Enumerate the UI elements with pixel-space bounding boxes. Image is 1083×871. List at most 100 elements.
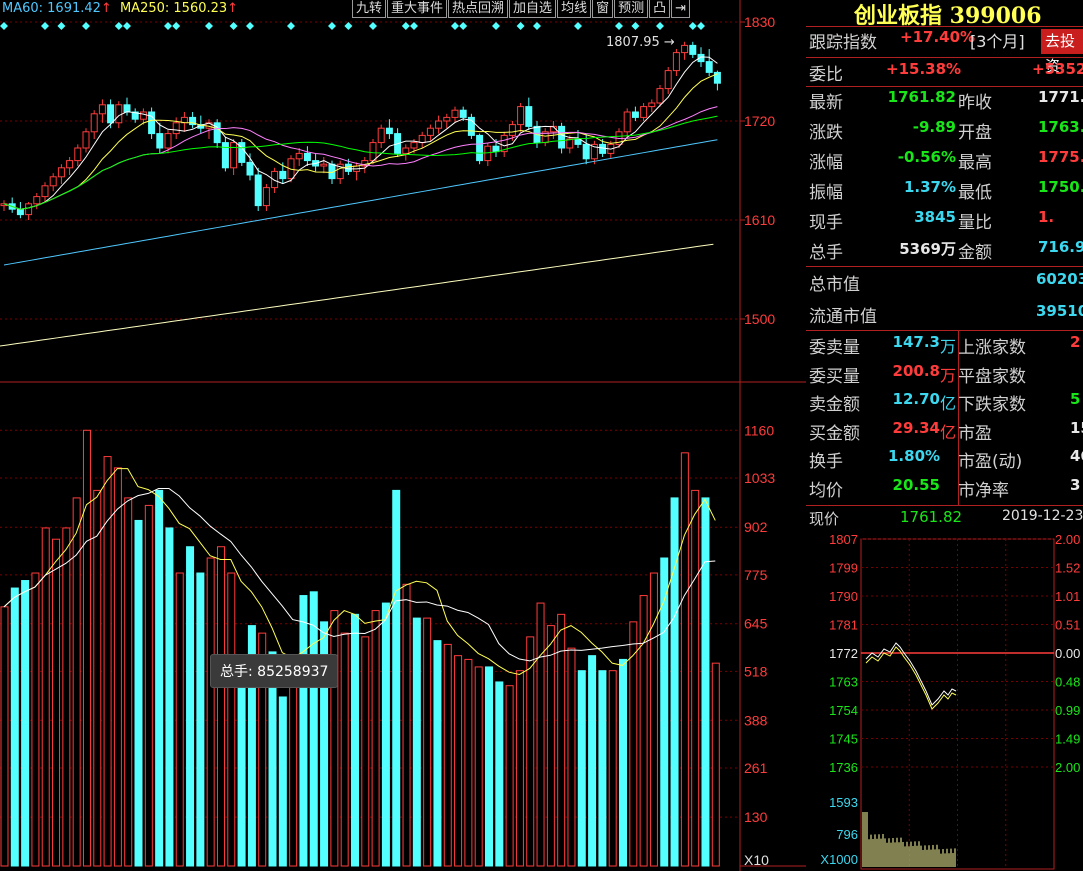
toolbar-add-watchlist-button[interactable]: 加自选	[509, 0, 557, 18]
volume-bar	[21, 580, 30, 867]
volume-bar	[113, 467, 122, 867]
quote-panel: 创业板指 399006 跟踪指数 +17.40% [3个月] 去投资 委比 +1…	[806, 0, 1083, 871]
volume-axis-label: 1033	[744, 470, 775, 486]
candle-body	[385, 127, 393, 135]
mini-pct-label: 0.00	[1055, 646, 1080, 661]
toolbar-hot-review-button[interactable]: 热点回溯	[448, 0, 509, 18]
order-label: 均价	[809, 480, 843, 501]
volume-bar	[186, 546, 195, 867]
intraday-minichart[interactable]: 1807 2.00 1799 1.52 1790 1.01 1781 0.51 1772 0.00…	[806, 531, 1083, 871]
quote-label: 总手	[809, 243, 843, 263]
mini-pct-label: 1.49	[1055, 732, 1080, 747]
toolbar-ma-button[interactable]: 均线	[557, 0, 592, 18]
ma250-label: MA250: 1560.23	[119, 1, 228, 16]
mini-price-label: 1807	[829, 532, 858, 547]
quote-value: 1750.	[1038, 178, 1083, 196]
order-label: 市净率	[958, 480, 1009, 501]
candle-body	[517, 106, 525, 126]
mini-avg-line	[865, 646, 957, 710]
event-marker	[229, 22, 238, 30]
event-marker	[459, 22, 468, 30]
volume-bar	[412, 617, 421, 867]
mini-price-label: 1781	[829, 618, 858, 633]
candle-body	[599, 143, 607, 154]
toolbar-collapse-icon[interactable]: ⇥	[671, 0, 691, 18]
volume-bar	[41, 527, 50, 867]
volume-bar	[62, 527, 71, 867]
candle-body	[25, 203, 33, 216]
candle-body	[123, 104, 131, 113]
toolbar-layout-icon[interactable]: 凸	[649, 0, 671, 18]
mini-pct-label: 0.99	[1055, 703, 1080, 718]
candle-body	[279, 170, 287, 180]
candle-body	[525, 106, 533, 127]
quote-label: 涨跌	[809, 123, 843, 143]
toolbar-major-events-button[interactable]: 重大事件	[387, 0, 448, 18]
candle-body	[705, 61, 713, 73]
order-value: 15	[1070, 418, 1083, 437]
volume-bar	[454, 655, 463, 867]
mini-price: 1761.82	[900, 508, 963, 526]
chart-toolbar: 九转 重大事件 热点回溯 加自选 均线 窗 预测 凸 ⇥	[352, 0, 691, 18]
volume-axis-label: 902	[744, 519, 768, 535]
kline-chart[interactable]: 1830 1720 1610 1500 1160 1033 902 775 645 518 388 2…	[0, 0, 806, 871]
order-label: 平盘家数	[958, 366, 1026, 387]
toolbar-forecast-button[interactable]: 预测	[614, 0, 649, 18]
float-cap-row: 流通市值 39510	[806, 302, 1083, 332]
event-marker	[287, 22, 295, 30]
event-marker	[492, 22, 500, 30]
quote-label: 金额	[958, 243, 992, 263]
quote-value: 716.9	[1038, 238, 1083, 256]
quote-label: 最高	[958, 153, 992, 173]
quote-row: 振幅 1.37% 最低 1750.	[806, 178, 1083, 208]
quote-value: 3845	[914, 208, 956, 226]
mini-vol-label: 796	[836, 827, 858, 842]
volume-bar	[443, 643, 452, 867]
order-value: 29.34	[892, 418, 940, 437]
quote-row: 涨跌 -9.89 开盘 1763.	[806, 118, 1083, 148]
peak-label: 1807.95 →	[606, 35, 675, 50]
toolbar-nine-turn-button[interactable]: 九转	[352, 0, 387, 18]
volume-axis-label: 645	[744, 616, 768, 632]
volume-bar	[660, 557, 669, 867]
candle-body	[115, 104, 123, 124]
volume-bar	[639, 595, 648, 867]
event-marker	[57, 22, 66, 30]
candle-body	[492, 145, 500, 153]
order-value: 12.70	[892, 390, 940, 408]
track-period[interactable]: [3个月]	[970, 28, 1025, 52]
candle-body	[623, 111, 631, 133]
order-value: 2	[1070, 333, 1081, 351]
order-value: 1.80%	[888, 447, 941, 465]
volume-bar	[474, 666, 483, 867]
candle-body	[33, 196, 41, 205]
candle-body	[57, 167, 65, 178]
volume-bar	[515, 670, 524, 867]
candle-body	[320, 163, 328, 167]
volume-bar	[588, 655, 597, 867]
mini-pct-label: 2.00	[1055, 760, 1080, 775]
quote-value: -9.89	[912, 118, 956, 136]
volume-bar	[629, 621, 638, 867]
mini-price-label: 1745	[829, 732, 858, 747]
candle-body	[164, 133, 172, 149]
candle-body	[369, 142, 377, 162]
volume-bar	[289, 681, 298, 867]
candle-body	[582, 143, 590, 160]
event-marker	[410, 22, 418, 30]
candle-body	[476, 134, 484, 162]
event-marker	[172, 22, 181, 30]
quote-value: 1775.	[1038, 148, 1083, 166]
candle-body	[459, 109, 467, 118]
go-invest-button[interactable]: 去投资	[1041, 29, 1083, 75]
volume-bar	[402, 583, 411, 867]
candle-body	[689, 44, 697, 55]
order-row: 买金额 29.34亿市盈 15	[806, 419, 1083, 449]
volume-axis-label: 775	[744, 567, 768, 583]
event-marker	[656, 22, 664, 30]
float-cap-value: 39510	[1036, 302, 1083, 320]
toolbar-window-button[interactable]: 窗	[592, 0, 614, 18]
event-marker	[369, 22, 377, 30]
volume-bar	[206, 557, 215, 867]
volume-bar	[598, 670, 607, 867]
